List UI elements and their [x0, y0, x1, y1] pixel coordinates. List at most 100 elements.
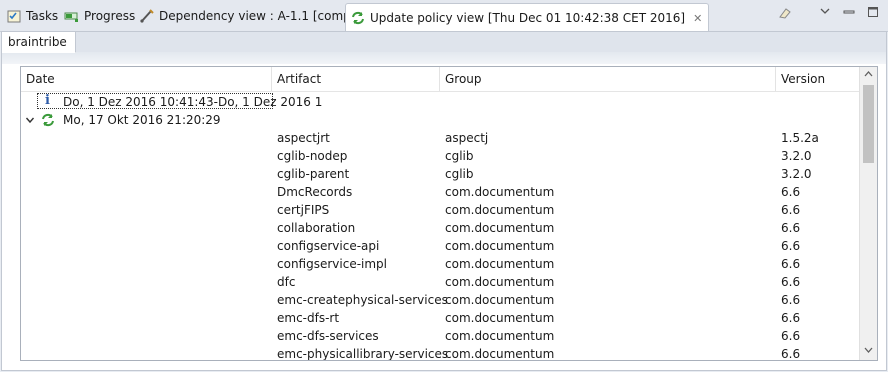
progress-icon	[64, 8, 80, 24]
artifact-cell: aspectjrt	[277, 131, 330, 145]
group-cell: com.documentum	[445, 275, 555, 289]
view-toolbar	[778, 6, 880, 20]
subtab-strip	[2, 32, 886, 53]
scroll-down-icon[interactable]	[860, 343, 877, 360]
tasks-icon	[6, 8, 22, 24]
artifact-cell: DmcRecords	[277, 185, 353, 199]
version-cell: 1.5.2a	[781, 131, 819, 145]
tab-update-policy-view[interactable]: Update policy view [Thu Dec 01 10:42:38 …	[345, 3, 710, 32]
group-date-label: Do, 1 Dez 2016 10:41:43-Do, 1 Dez 2016 1	[63, 95, 323, 109]
column-header-version[interactable]: Version	[776, 67, 859, 91]
column-header-artifact-label: Artifact	[277, 72, 322, 86]
subtab-label: braintribe	[8, 35, 67, 49]
scroll-thumb[interactable]	[863, 85, 874, 163]
version-cell: 6.6	[781, 257, 801, 271]
artifact-cell: configservice-api	[277, 239, 380, 253]
table-row[interactable]: emc-dfs-services com.documentum 6.6	[21, 327, 859, 345]
tab-tasks[interactable]: Tasks	[6, 4, 58, 28]
minimize-icon[interactable]	[842, 6, 856, 20]
column-header-date[interactable]: Date	[21, 67, 272, 91]
column-header-artifact[interactable]: Artifact	[272, 67, 440, 91]
version-cell: 3.2.0	[781, 149, 812, 163]
tree-row-group[interactable]: Mo, 17 Okt 2016 21:20:29	[21, 111, 859, 129]
tab-dependency-label: Dependency view : A-1.1 [compile]	[159, 9, 370, 23]
subtab-shadow	[2, 52, 886, 64]
group-cell: com.documentum	[445, 347, 555, 361]
table-row[interactable]: emc-physicallibrary-services com.document…	[21, 345, 859, 361]
table-row[interactable]: configservice-api com.documentum 6.6	[21, 237, 859, 255]
column-header-version-label: Version	[781, 72, 826, 86]
version-cell: 6.6	[781, 185, 801, 199]
artifact-cell: dfc	[277, 275, 296, 289]
table-row[interactable]: configservice-impl com.documentum 6.6	[21, 255, 859, 273]
group-cell: com.documentum	[445, 203, 555, 217]
table-row[interactable]: cglib-parent cglib 3.2.0	[21, 165, 859, 183]
group-cell: com.documentum	[445, 221, 555, 235]
version-cell: 6.6	[781, 275, 801, 289]
view-menu-icon[interactable]	[818, 6, 832, 20]
version-cell: 3.2.0	[781, 167, 812, 181]
scroll-up-icon[interactable]	[860, 67, 877, 84]
version-cell: 6.6	[781, 329, 801, 343]
refresh-icon	[40, 112, 56, 128]
artifact-cell: collaboration	[277, 221, 356, 235]
version-cell: 6.6	[781, 239, 801, 253]
group-cell: com.documentum	[445, 239, 555, 253]
close-tab-icon[interactable]: ✕	[693, 13, 702, 24]
tree-row-group[interactable]: i Do, 1 Dez 2016 10:41:43-Do, 1 Dez 2016…	[21, 93, 859, 111]
group-cell: cglib	[445, 167, 474, 181]
artifact-cell: cglib-parent	[277, 167, 350, 181]
artifact-cell: certjFIPS	[277, 203, 330, 217]
group-cell: aspectj	[445, 131, 489, 145]
artifact-cell: emc-physicallibrary-services	[277, 347, 449, 361]
table-row[interactable]: collaboration com.documentum 6.6	[21, 219, 859, 237]
table-row[interactable]: aspectjrt aspectj 1.5.2a	[21, 129, 859, 147]
info-icon: i	[45, 93, 50, 108]
tab-dependency-view[interactable]: Dependency view : A-1.1 [compile]	[139, 4, 370, 28]
table-row[interactable]: emc-createphysical-services com.documentu…	[21, 291, 859, 309]
dependency-icon	[139, 8, 155, 24]
version-cell: 6.6	[781, 293, 801, 307]
version-cell: 6.6	[781, 347, 801, 361]
group-date-label: Mo, 17 Okt 2016 21:20:29	[63, 113, 221, 127]
tab-braintribe[interactable]: braintribe	[2, 32, 76, 53]
update-policy-icon	[350, 10, 366, 26]
artifact-cell: cglib-nodep	[277, 149, 348, 163]
column-header-date-label: Date	[26, 72, 55, 86]
tab-tasks-label: Tasks	[26, 9, 59, 23]
eclipse-view-frame: Tasks Progress Dependency view : A-1.1 […	[0, 0, 888, 372]
table-row[interactable]: cglib-nodep cglib 3.2.0	[21, 147, 859, 165]
table-row[interactable]: DmcRecords com.documentum 6.6	[21, 183, 859, 201]
group-cell: com.documentum	[445, 185, 555, 199]
tab-progress-label: Progress	[84, 9, 136, 23]
tab-update-policy-label: Update policy view [Thu Dec 01 10:42:38 …	[370, 11, 686, 25]
table-body: i Do, 1 Dez 2016 10:41:43-Do, 1 Dez 2016…	[21, 91, 859, 360]
artifact-cell: emc-dfs-services	[277, 329, 379, 343]
group-cell: cglib	[445, 149, 474, 163]
artifact-cell: emc-dfs-rt	[277, 311, 340, 325]
maximize-icon[interactable]	[866, 6, 880, 20]
version-cell: 6.6	[781, 221, 801, 235]
group-cell: com.documentum	[445, 329, 555, 343]
column-header-group[interactable]: Group	[440, 67, 776, 91]
version-cell: 6.6	[781, 203, 801, 217]
artifact-cell: emc-createphysical-services	[277, 293, 448, 307]
update-policy-pane: braintribe Date Artifact Group Version i…	[1, 31, 887, 371]
tab-progress[interactable]: Progress	[64, 4, 135, 28]
table-row[interactable]: emc-dfs-rt com.documentum 6.6	[21, 309, 859, 327]
group-cell: com.documentum	[445, 257, 555, 271]
table-row[interactable]: certjFIPS com.documentum 6.6	[21, 201, 859, 219]
group-cell: com.documentum	[445, 293, 555, 307]
update-policy-table: Date Artifact Group Version i Do, 1 Dez …	[20, 66, 878, 361]
vertical-scrollbar[interactable]	[859, 67, 877, 360]
version-cell: 6.6	[781, 311, 801, 325]
column-header-group-label: Group	[445, 72, 482, 86]
table-header: Date Artifact Group Version	[21, 67, 859, 92]
artifact-cell: configservice-impl	[277, 257, 388, 271]
chevron-down-icon[interactable]	[25, 111, 35, 129]
table-row[interactable]: dfc com.documentum 6.6	[21, 273, 859, 291]
group-cell: com.documentum	[445, 311, 555, 325]
view-tab-strip: Tasks Progress Dependency view : A-1.1 […	[0, 0, 888, 32]
clear-icon[interactable]	[778, 6, 792, 20]
